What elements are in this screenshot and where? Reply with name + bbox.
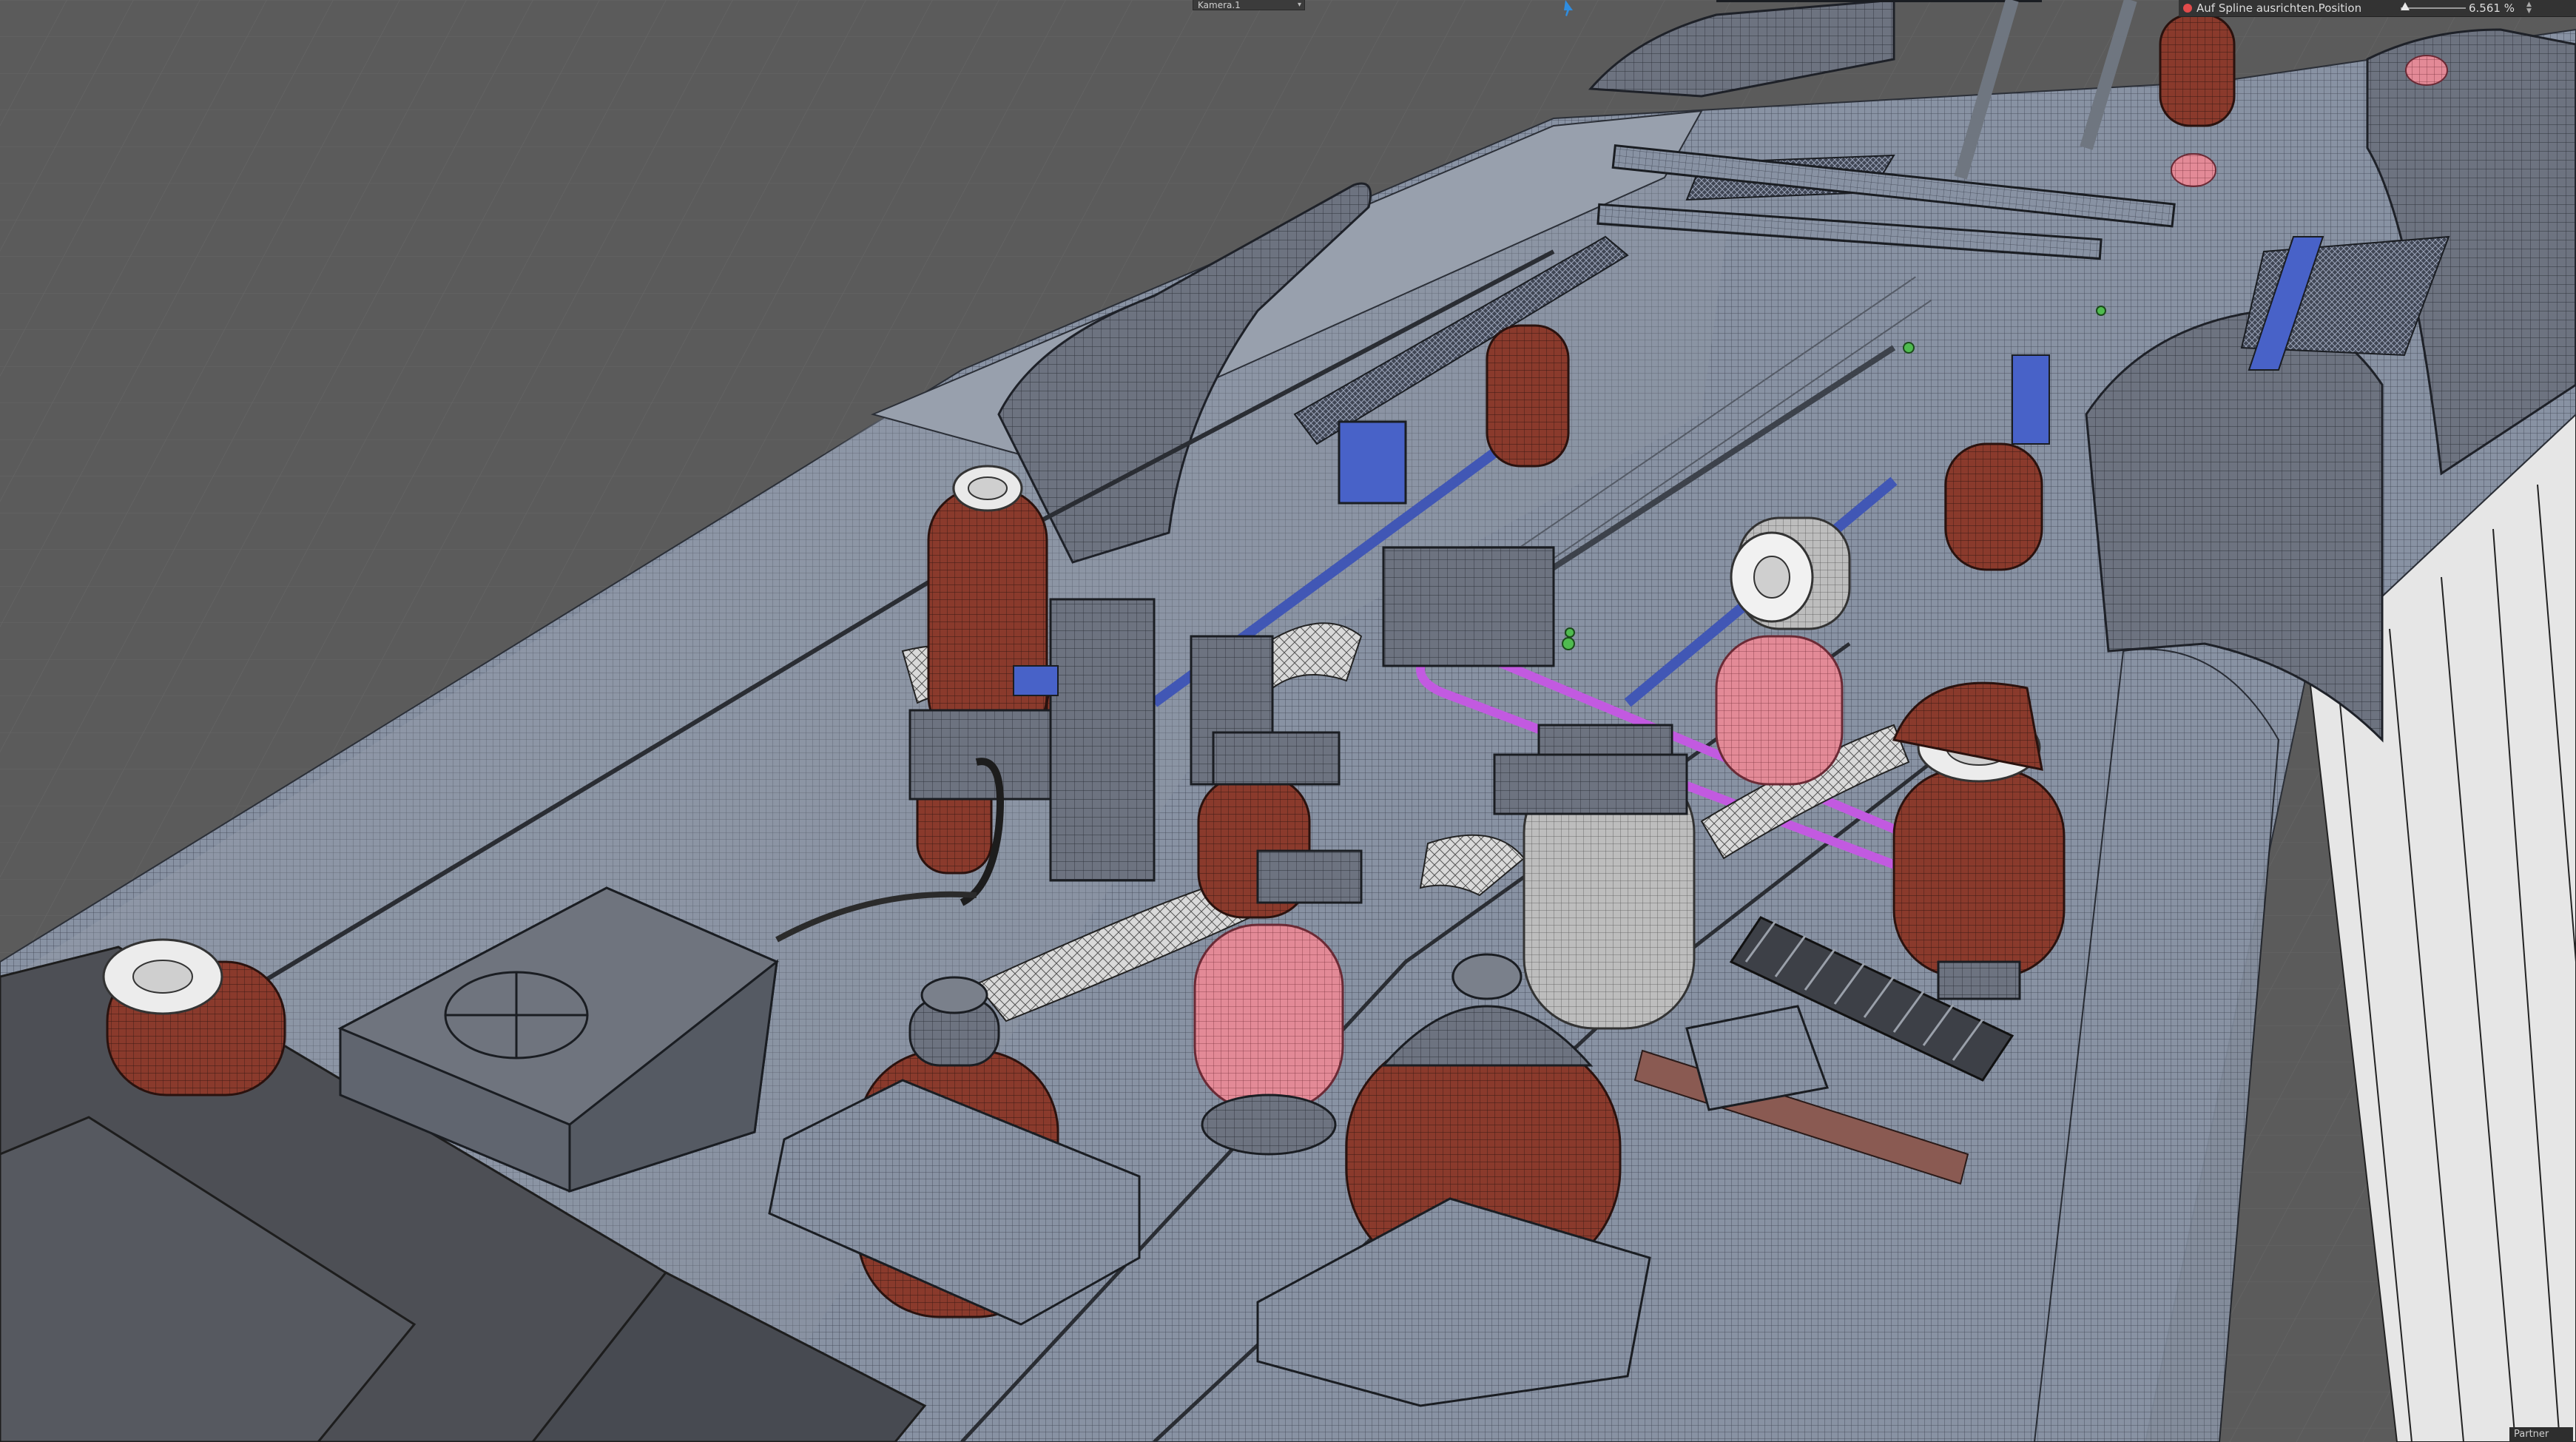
cursor-icon bbox=[1564, 0, 1573, 16]
viewport-scene bbox=[0, 0, 2576, 1442]
spline-position-slider[interactable]: Auf Spline ausrichten.Position 6.561 % ▲… bbox=[2179, 0, 2576, 17]
insulator-top-right bbox=[2159, 13, 2236, 127]
insulator-pink-back bbox=[1715, 635, 1844, 786]
insulator-back-center bbox=[1486, 324, 1570, 468]
3d-viewport[interactable] bbox=[0, 0, 2576, 1442]
spline-param-value[interactable]: 6.561 % bbox=[2469, 0, 2515, 16]
slider-thumb[interactable] bbox=[2400, 2, 2410, 10]
spline-param-label: Auf Spline ausrichten.Position bbox=[2196, 1, 2362, 15]
insulator-pink-front bbox=[1193, 923, 1344, 1156]
bottom-panel-label: Partner bbox=[2509, 1427, 2573, 1442]
insulator-back-right bbox=[1944, 442, 2043, 571]
white-bushing bbox=[1730, 516, 1851, 630]
slider-track[interactable] bbox=[2401, 7, 2466, 9]
camera-dropdown[interactable]: Kamera.1 ▾ bbox=[1193, 0, 1305, 10]
chevron-down-icon: ▾ bbox=[1297, 1, 1301, 9]
value-spinner-icon[interactable]: ▲ ▼ bbox=[2526, 1, 2537, 15]
camera-name: Kamera.1 bbox=[1198, 0, 1241, 10]
insulator-left-top bbox=[927, 465, 1048, 749]
animation-key-icon[interactable] bbox=[2183, 4, 2192, 13]
